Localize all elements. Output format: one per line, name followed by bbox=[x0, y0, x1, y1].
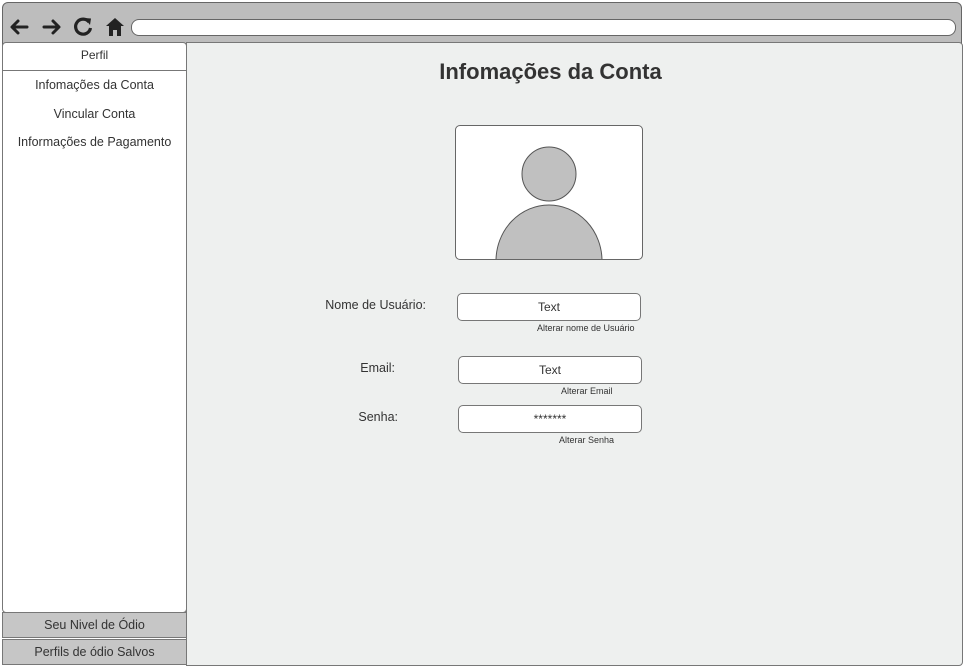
email-label: Email: bbox=[360, 361, 395, 375]
avatar[interactable] bbox=[455, 125, 643, 260]
password-field[interactable]: ******* bbox=[458, 405, 642, 433]
back-arrow-icon[interactable] bbox=[8, 16, 30, 38]
home-icon[interactable] bbox=[104, 16, 126, 38]
page-title: Infomações da Conta bbox=[439, 59, 662, 84]
main-content: Infomações da Conta Nome de Usuário: Tex… bbox=[186, 42, 963, 666]
user-placeholder-icon bbox=[495, 146, 603, 259]
sidebar-item-link-account[interactable]: Vincular Conta bbox=[3, 100, 186, 129]
url-bar[interactable] bbox=[131, 19, 956, 36]
reload-icon[interactable] bbox=[72, 16, 94, 38]
sidebar-header: Perfil bbox=[3, 43, 186, 71]
sidebar-item-hate-level[interactable]: Seu Nivel de Ódio bbox=[2, 612, 187, 638]
sidebar-item-saved-profiles[interactable]: Perfils de ódio Salvos bbox=[2, 639, 187, 665]
forward-arrow-icon[interactable] bbox=[41, 16, 63, 38]
email-field[interactable]: Text bbox=[458, 356, 642, 384]
sidebar: Perfil Infomações da Conta Vincular Cont… bbox=[2, 42, 187, 613]
sidebar-item-payment-info[interactable]: Informações de Pagamento bbox=[3, 128, 186, 157]
change-password-link[interactable]: Alterar Senha bbox=[559, 435, 614, 445]
username-label: Nome de Usuário: bbox=[325, 298, 426, 312]
sidebar-item-account-info[interactable]: Infomações da Conta bbox=[3, 71, 186, 100]
change-email-link[interactable]: Alterar Email bbox=[561, 386, 613, 396]
change-username-link[interactable]: Alterar nome de Usuário bbox=[537, 323, 635, 333]
username-field[interactable]: Text bbox=[457, 293, 641, 321]
password-label: Senha: bbox=[358, 410, 398, 424]
